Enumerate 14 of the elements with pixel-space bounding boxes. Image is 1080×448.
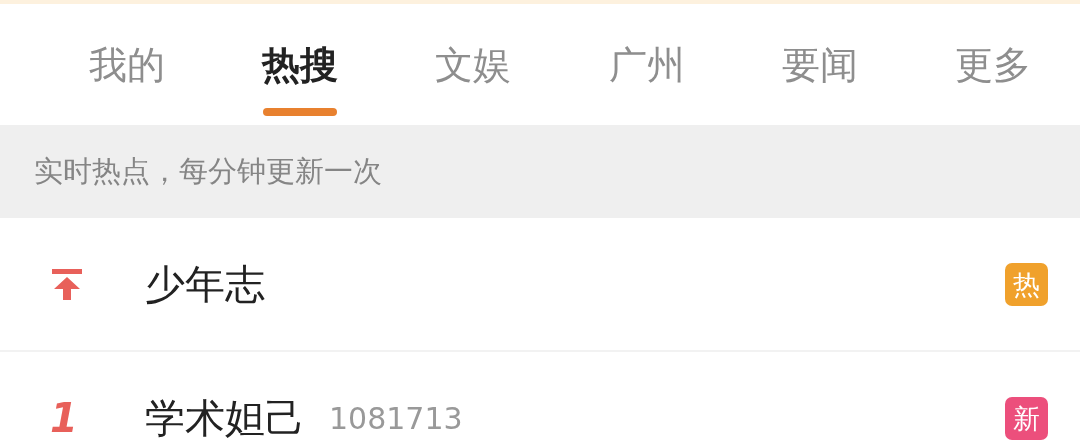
tag: 热 xyxy=(1005,262,1048,306)
info-text: 实时热点，每分钟更新一次 xyxy=(34,152,382,190)
tag: 新 xyxy=(1005,396,1048,440)
search-count: 1081713 xyxy=(329,399,463,438)
tab[interactable]: 要闻 xyxy=(733,4,907,125)
pin-to-top-icon xyxy=(50,267,84,301)
tab[interactable]: 广州 xyxy=(560,4,734,125)
tab[interactable]: 我的 xyxy=(40,4,214,125)
tab[interactable]: 更多 xyxy=(906,4,1080,125)
tab[interactable]: 热搜 xyxy=(213,4,387,125)
topic-link[interactable]: 少年志 xyxy=(145,260,265,308)
tab[interactable]: 文娱 xyxy=(386,4,560,125)
rank-number: 1 xyxy=(50,398,78,438)
topic-link[interactable]: 学术妲己 xyxy=(145,394,305,442)
